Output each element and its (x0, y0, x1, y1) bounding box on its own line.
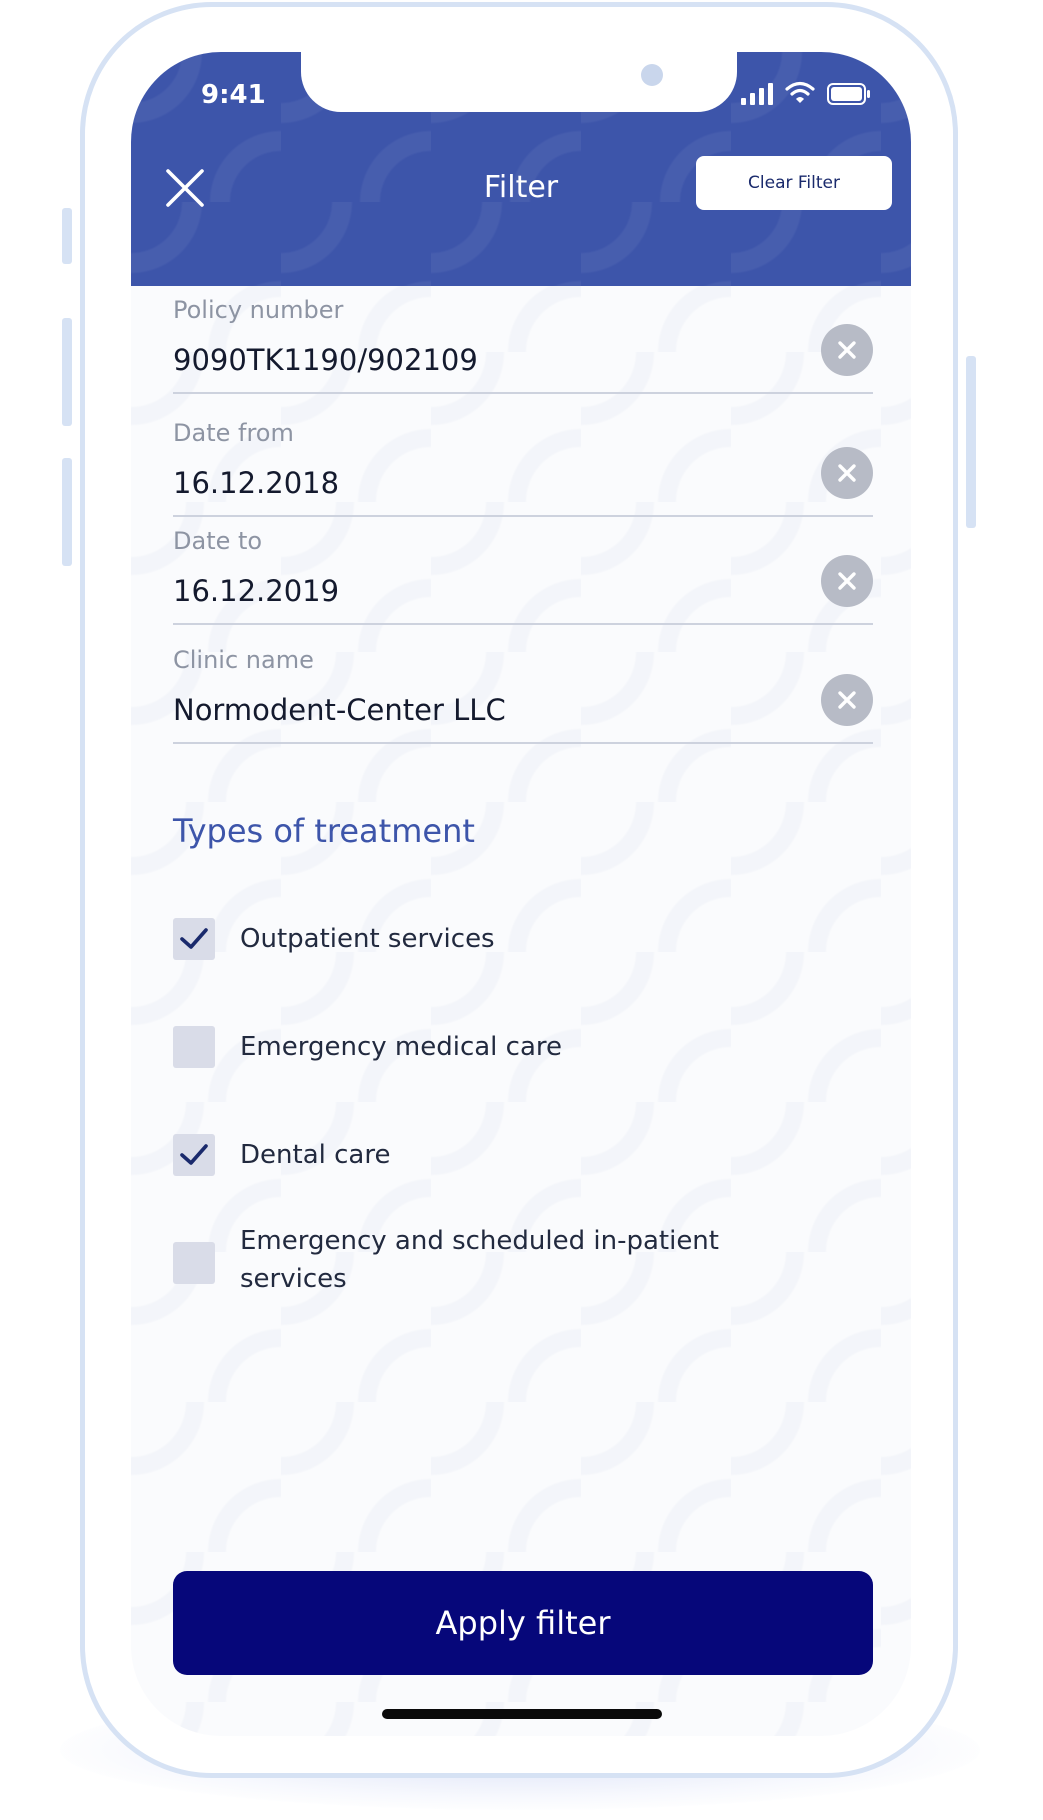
clear-field-icon (838, 691, 856, 709)
clear-field-button[interactable] (821, 674, 873, 726)
signal-icon (741, 83, 773, 105)
treatment-section-title: Types of treatment (173, 812, 475, 850)
clear-filter-button[interactable]: Clear Filter (696, 156, 892, 210)
field-underline (173, 623, 873, 625)
device-notch (301, 52, 737, 112)
date-from-field: Date from (173, 419, 873, 517)
phone-volume-up-button (62, 318, 72, 426)
checkbox[interactable] (173, 918, 215, 960)
field-label: Policy number (173, 296, 344, 324)
apply-filter-button[interactable]: Apply filter (173, 1571, 873, 1675)
option-label: Dental care (240, 1140, 391, 1170)
clear-field-icon (838, 464, 856, 482)
date-to-input[interactable] (173, 569, 793, 613)
app-screen: 9:41 Filter Clear Filter Policy number 9… (131, 52, 911, 1736)
status-time: 9:41 (201, 80, 266, 110)
date-from-input[interactable] (173, 461, 793, 505)
option-label: Emergency and scheduled in-patient servi… (240, 1226, 719, 1294)
clear-field-button[interactable] (821, 555, 873, 607)
status-icons (741, 76, 881, 112)
checkmark-icon (180, 928, 208, 949)
clear-field-icon (838, 341, 856, 359)
field-label: Date from (173, 419, 294, 447)
field-underline (173, 515, 873, 517)
wifi-icon (785, 81, 815, 103)
phone-power-button (966, 356, 976, 528)
clear-field-button[interactable] (821, 324, 873, 376)
option-label: Emergency medical care (240, 1032, 563, 1062)
checkmark-icon (180, 1144, 208, 1165)
field-underline (173, 742, 873, 744)
field-label: Clinic name (173, 646, 314, 674)
field-label: Date to (173, 527, 263, 555)
clear-field-button[interactable] (821, 447, 873, 499)
option-label: Outpatient services (240, 924, 495, 954)
checkbox[interactable] (173, 1242, 215, 1284)
home-indicator (382, 1709, 662, 1719)
date-to-field: Date to (173, 527, 873, 625)
clinic-name-field: Clinic name (173, 646, 873, 744)
filter-header: 9:41 Filter Clear Filter (131, 52, 911, 286)
phone-volume-down-button (62, 458, 72, 566)
camera-dot (641, 64, 663, 86)
clear-field-icon (838, 572, 856, 590)
checkbox[interactable] (173, 1026, 215, 1068)
policy-number-input[interactable] (173, 338, 793, 382)
field-underline (173, 392, 873, 394)
checkbox[interactable] (173, 1134, 215, 1176)
clinic-name-input[interactable] (173, 688, 793, 732)
policy-number-field: Policy number (173, 296, 873, 394)
battery-icon (827, 83, 870, 105)
phone-silent-switch (62, 208, 72, 264)
